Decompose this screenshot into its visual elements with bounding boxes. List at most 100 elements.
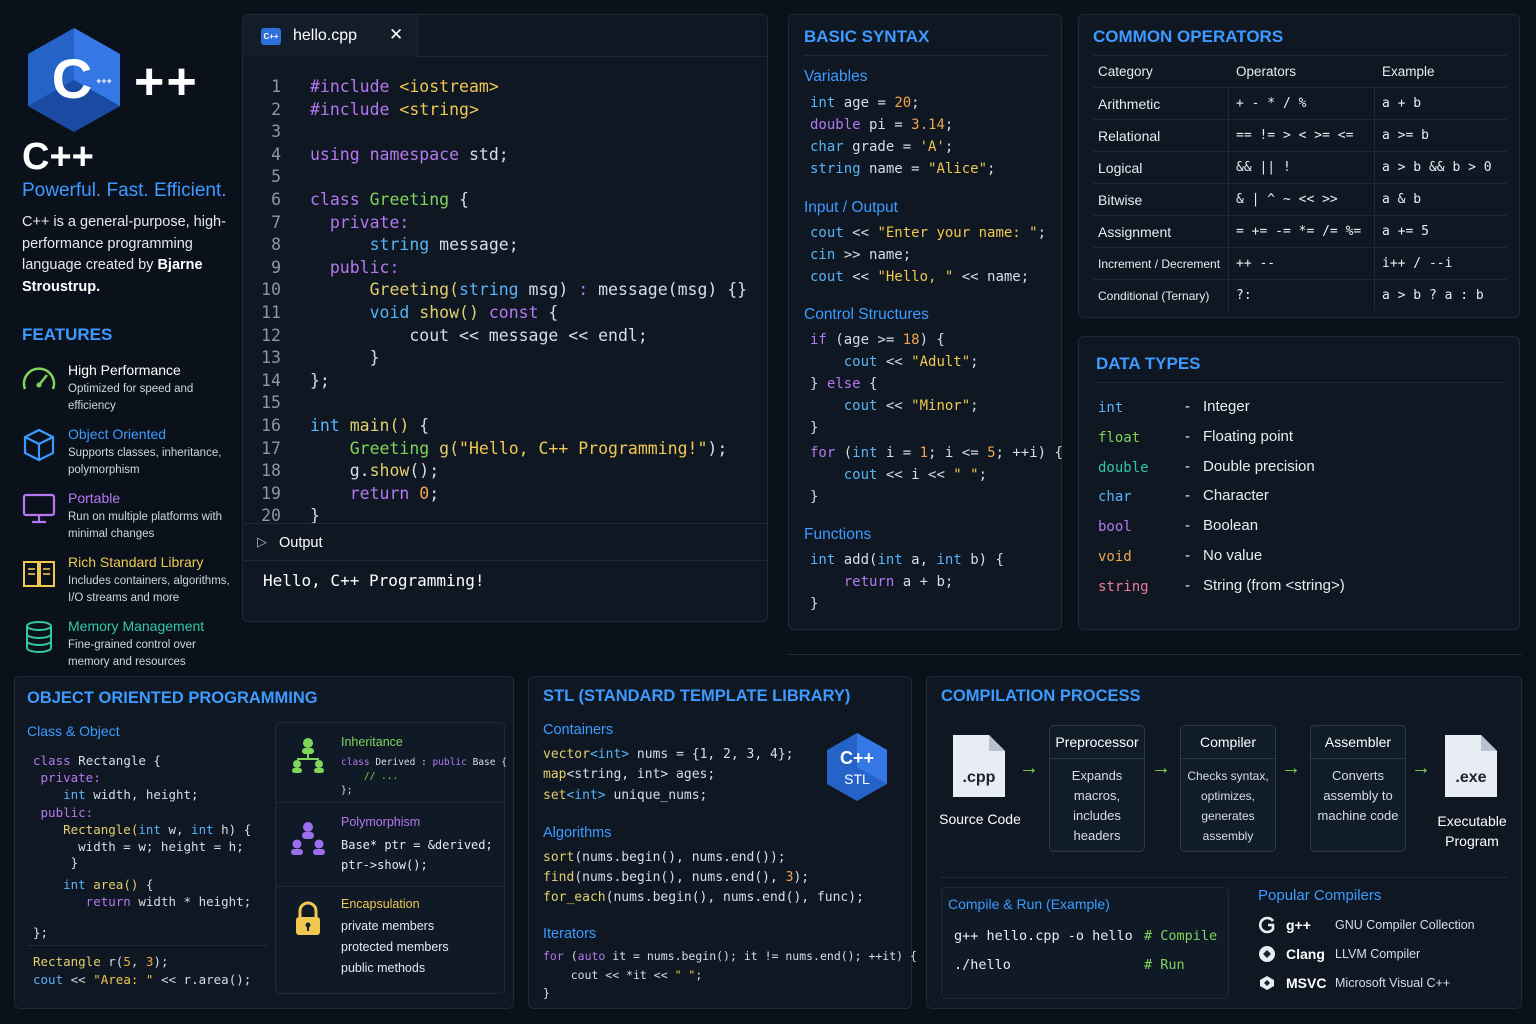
divider [804,55,1048,56]
code-line: 11 void show() const { [243,303,767,326]
output-panel-header[interactable]: ▷ Output [243,523,767,561]
arrow-right-icon: → [1411,757,1431,779]
table-header: Category Operators Example [1093,56,1507,88]
close-icon[interactable]: ✕ [389,25,403,45]
popular-compilers-heading: Popular Compilers [1258,887,1382,904]
line-number: 19 [261,483,281,503]
monitor-icon [22,493,56,524]
code-line: 2 #include <string> [243,100,767,123]
code-line: 17 Greeting g("Hello, C++ Programming!")… [243,439,767,462]
type-keyword: bool [1098,519,1132,535]
line-number: 7 [271,212,281,232]
compiler-name: g++ [1286,917,1311,933]
lock-icon [296,901,320,935]
command-comment: # Compile [1144,928,1218,944]
encapsulation-item: protected members [341,940,449,954]
feature-title: Memory Management [68,618,205,634]
line-number: 5 [271,167,281,187]
data-types-heading: DATA TYPES [1096,354,1201,373]
type-description: Boolean [1203,517,1259,534]
arrow-right-icon: → [1281,757,1301,779]
cube-icon [23,428,55,462]
code-line: // ... [341,771,399,782]
command-line[interactable]: ./hello [954,957,1011,973]
database-icon [26,621,52,653]
compiler-name: Clang [1286,946,1325,962]
arrow-right-icon: → [1019,757,1039,779]
code-area[interactable]: 1 #include <iostream> 2 #include <string> … [243,77,767,529]
list-item: float - Floating point [1098,428,1294,446]
book-icon [23,561,55,587]
stage-compiler: Compiler Checks syntax, optimizes, gener… [1180,725,1276,852]
badge-top-text: C++ [840,748,874,768]
tab-label: hello.cpp [293,27,358,44]
variables-heading: Variables [804,68,868,85]
stage-assembler: Assembler Converts assembly to machine c… [1310,725,1406,852]
cpp-file-icon: C++ [261,28,281,45]
encapsulation-item: public methods [341,961,426,975]
table-cell: ?: [1236,288,1252,303]
code-line: Rectangle(int w, int h) { [33,822,252,837]
basic-syntax-panel: BASIC SYNTAX Variables int age = 20; dou… [788,14,1063,630]
code-line: Base* ptr = &derived; [341,838,493,852]
command-comment: # Run [1144,957,1185,973]
compiler-item-msvc: MSVC Microsoft Visual C++ [1258,973,1508,995]
source-code-label: Source Code [939,811,1021,827]
type-description: Character [1203,487,1269,504]
list-item: string - String (from <string>) [1098,577,1345,595]
type-description: String (from <string>) [1203,577,1345,594]
table-cell: Conditional (Ternary) [1098,289,1210,303]
table-cell: Arithmetic [1098,96,1161,112]
column-header: Example [1382,64,1435,79]
speedometer-icon [22,367,56,390]
table-row: Bitwise & | ^ ~ << >> a & b [1093,184,1507,216]
line-number: 6 [271,189,281,209]
code-line: int area() { [33,877,154,892]
stage-desc: Converts assembly to machine code [1317,768,1399,823]
line-number: 17 [261,438,281,458]
stl-heading: STL (STANDARD TEMPLATE LIBRARY) [543,687,851,705]
code-editor: C++ hello.cpp ✕ 1 #include <iostream> 2 #i… [242,14,768,622]
logo-plusplus: ++ [134,53,199,111]
data-types-panel: DATA TYPES int - Integer float - Floating po… [1078,336,1520,630]
code-line: 16 int main() { [243,416,767,439]
code-line: } [33,855,79,870]
table-cell: a + b [1382,96,1422,111]
compiler-desc: LLVM Compiler [1335,947,1421,961]
line-number: 16 [261,415,281,435]
code-line: cout << i << " "; [810,467,988,483]
feature-desc: Optimized for speed and efficiency [68,383,194,412]
encapsulation-title: Encapsulation [341,897,420,911]
type-description: Integer [1203,398,1250,415]
tab-hello-cpp[interactable]: C++ hello.cpp ✕ [243,15,418,57]
table-cell: == != > < >= <= [1236,128,1354,143]
visual-studio-icon [1260,976,1274,990]
code-line: for (int i = 1; i <= 5; ++i) { [810,445,1063,461]
stl-badge-icon: C++ STL [827,733,887,801]
table-cell: Assignment [1098,224,1172,240]
table-cell: a > b ? a : b [1382,288,1484,303]
compile-run-heading: Compile & Run (Example) [948,896,1110,912]
type-keyword: double [1098,460,1149,476]
common-operators-panel: COMMON OPERATORS Category Operators Exam… [1078,14,1520,318]
table-cell: Relational [1098,128,1161,144]
source-ext: .cpp [963,769,996,786]
table-cell: a >= b [1382,128,1429,143]
code-line: cout << *it << " "; [543,968,703,982]
feature-title: High Performance [68,362,181,378]
line-number: 12 [261,325,281,345]
control-structures-heading: Control Structures [804,306,929,323]
output-text: Hello, C++ Programming! [263,571,485,590]
functions-heading: Functions [804,526,872,543]
table-cell: && || ! [1236,160,1291,175]
feature-title: Rich Standard Library [68,554,204,570]
command-line[interactable]: g++ hello.cpp -o hello [954,928,1133,944]
type-keyword: int [1098,400,1124,416]
stage-desc: Expands macros, includes headers [1071,768,1123,843]
feature-object-oriented: Object Oriented Supports classes, inheri… [20,426,235,486]
play-icon[interactable]: ▷ [257,534,267,550]
code-line: cout << "Enter your name: "; [810,225,1047,241]
type-keyword: float [1098,430,1141,446]
list-item: bool - Boolean [1098,517,1259,535]
feature-desc: Run on multiple platforms with minimal c… [68,511,223,540]
